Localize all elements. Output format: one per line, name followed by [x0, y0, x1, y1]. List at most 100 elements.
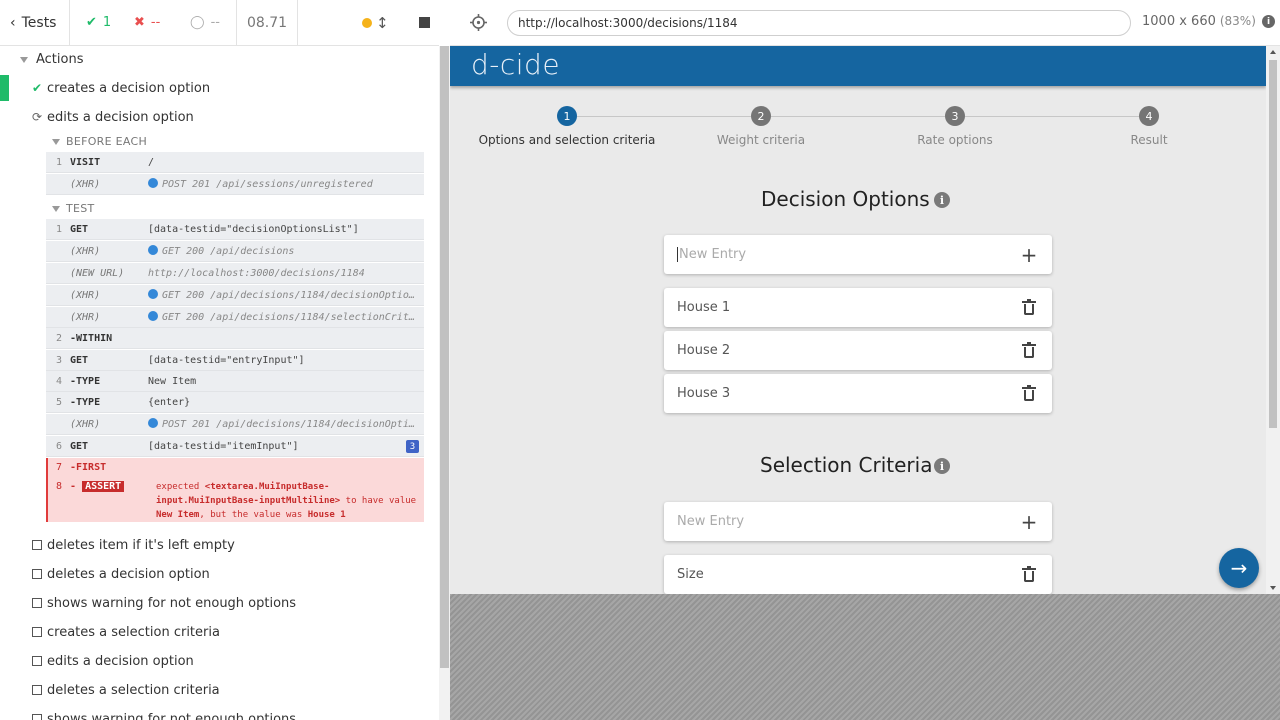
option-text[interactable]: House 2 [677, 343, 730, 358]
command-row[interactable]: 5 -TYPE {enter} [46, 392, 424, 413]
command-message: New Item [148, 375, 197, 387]
decision-option-item[interactable]: House 2 [664, 331, 1052, 370]
command-message: POST 201 /api/sessions/unregistered [148, 178, 424, 190]
test-row[interactable]: shows warning for not enough options [0, 590, 439, 616]
command-message-text: POST 201 /api/decisions/1184/decisionOpt… [162, 419, 424, 430]
refresh-spinner-icon: ⟳ [31, 110, 43, 124]
scrollbar-thumb[interactable] [440, 46, 449, 668]
decision-option-item[interactable]: House 1 [664, 288, 1052, 327]
scroll-down-icon[interactable] [1270, 586, 1276, 590]
command-name: GET [70, 440, 89, 452]
step-number: 4 [1139, 106, 1159, 126]
pending-count: ◯ -- [166, 0, 230, 46]
command-row[interactable]: 6 GET [data-testid="itemInput"] 3 [46, 436, 424, 457]
app-logo[interactable]: d-cide [471, 48, 560, 81]
next-step-button[interactable]: → [1219, 548, 1259, 588]
step-number: 1 [557, 106, 577, 126]
command-message-text: GET 200 /api/decisions/1184/selectionCri… [162, 312, 424, 323]
before-each-hook[interactable]: BEFORE EACH [52, 135, 147, 148]
step-result[interactable]: 4 Result [1059, 106, 1239, 147]
pending-value: -- [210, 15, 220, 30]
trash-icon[interactable] [1022, 566, 1036, 582]
command-name: (XHR) [70, 289, 101, 301]
suite-title-row[interactable]: Actions [20, 52, 84, 67]
trash-icon[interactable] [1022, 385, 1036, 401]
suite-title: Actions [36, 52, 84, 67]
decision-option-entry-input[interactable]: New Entry + [664, 235, 1052, 274]
command-row[interactable]: 1 VISIT / [46, 152, 424, 173]
tests-button[interactable]: ‹ Tests [0, 0, 70, 46]
info-icon[interactable]: i [1262, 15, 1275, 28]
step-options[interactable]: 1 Options and selection criteria [477, 106, 657, 147]
test-hook[interactable]: TEST [52, 202, 95, 215]
command-row[interactable]: (XHR) POST 201 /api/decisions/1184/decis… [46, 414, 424, 435]
step-label: Rate options [917, 133, 993, 147]
command-number: 4 [55, 375, 62, 387]
message-part: expected [156, 482, 200, 492]
xhr-status-icon [148, 178, 158, 188]
trash-icon[interactable] [1022, 342, 1036, 358]
command-row[interactable]: (XHR) GET 200 /api/decisions [46, 241, 424, 262]
command-row[interactable]: 2 -WITHIN [46, 328, 424, 349]
url-bar[interactable]: http://localhost:3000/decisions/1184 [507, 10, 1131, 36]
command-row[interactable]: 1 GET [data-testid="decisionOptionsList"… [46, 219, 424, 240]
test-row[interactable]: ⟳ edits a decision option [0, 104, 439, 130]
selection-criteria-entry-input[interactable]: New Entry + [664, 502, 1052, 541]
step-number: 2 [751, 106, 771, 126]
test-row[interactable]: deletes item if it's left empty [0, 532, 439, 558]
command-number: 1 [55, 156, 62, 168]
criteria-text[interactable]: Size [677, 567, 704, 582]
plus-icon[interactable]: + [1021, 243, 1038, 267]
command-name: (NEW URL) [70, 267, 125, 279]
reporter-scrollbar[interactable] [439, 46, 450, 720]
trash-icon[interactable] [1022, 299, 1036, 315]
command-row[interactable]: (XHR) GET 200 /api/decisions/1184/select… [46, 307, 424, 328]
command-name: VISIT [70, 156, 101, 168]
info-icon[interactable]: i [934, 458, 950, 474]
xhr-status-icon [148, 245, 158, 255]
test-row[interactable]: deletes a decision option [0, 561, 439, 587]
command-message-text: GET 200 /api/decisions/1184/decisionOpti… [162, 290, 421, 301]
command-message: [data-testid="entryInput"] [148, 354, 305, 366]
command-number: 3 [55, 354, 62, 366]
command-dash: - [70, 481, 77, 492]
failed-assertion-block[interactable]: 7 -FIRST 8 - ASSERT expected <textarea.M… [46, 458, 424, 522]
auto-scroll-icon[interactable]: ↕ [376, 14, 389, 32]
scroll-up-icon[interactable] [1270, 50, 1276, 54]
step-weight[interactable]: 2 Weight criteria [671, 106, 851, 147]
info-icon[interactable]: i [934, 192, 950, 208]
test-title: creates a selection criteria [47, 624, 220, 640]
test-row[interactable]: edits a decision option [0, 648, 439, 674]
stop-button[interactable] [418, 17, 430, 28]
viewport-padding [450, 594, 1280, 720]
plus-icon[interactable]: + [1021, 510, 1038, 534]
app-scrollbar[interactable] [1266, 46, 1280, 594]
selection-criteria-item[interactable]: Size [664, 555, 1052, 594]
step-label: Options and selection criteria [478, 133, 656, 147]
command-name: (XHR) [70, 418, 101, 430]
command-row[interactable]: (XHR) GET 200 /api/decisions/1184/decisi… [46, 285, 424, 306]
decision-option-item[interactable]: House 3 [664, 374, 1052, 413]
app-header: d-cide [450, 46, 1266, 86]
step-rate[interactable]: 3 Rate options [865, 106, 1045, 147]
command-row[interactable]: (XHR) POST 201 /api/sessions/unregistere… [46, 174, 424, 195]
cypress-runner: ‹ Tests ✔ 1 ✖ -- ◯ -- 08.71 ↕ Actions ✔ … [0, 0, 1280, 720]
command-name: -FIRST [70, 462, 107, 473]
command-row[interactable]: (NEW URL) http://localhost:3000/decision… [46, 263, 424, 284]
selector-playground-icon[interactable] [470, 14, 487, 31]
command-row[interactable]: 3 GET [data-testid="entryInput"] [46, 350, 424, 371]
test-row[interactable]: shows warning for not enough options [0, 706, 439, 720]
viewport-scale: (83%) [1219, 14, 1256, 28]
cross-icon: ✖ [134, 15, 145, 30]
command-message: [data-testid="itemInput"] [148, 440, 299, 452]
command-row[interactable]: 4 -TYPE New Item [46, 371, 424, 392]
scrollbar-thumb[interactable] [1269, 60, 1277, 428]
test-row[interactable]: creates a selection criteria [0, 619, 439, 645]
check-icon: ✔ [31, 81, 43, 95]
test-row[interactable]: deletes a selection criteria [0, 677, 439, 703]
option-text[interactable]: House 3 [677, 386, 730, 401]
spinner-icon: ◯ [190, 15, 205, 30]
test-row[interactable]: ✔ creates a decision option [0, 75, 439, 101]
test-title: deletes a selection criteria [47, 682, 220, 698]
option-text[interactable]: House 1 [677, 300, 730, 315]
